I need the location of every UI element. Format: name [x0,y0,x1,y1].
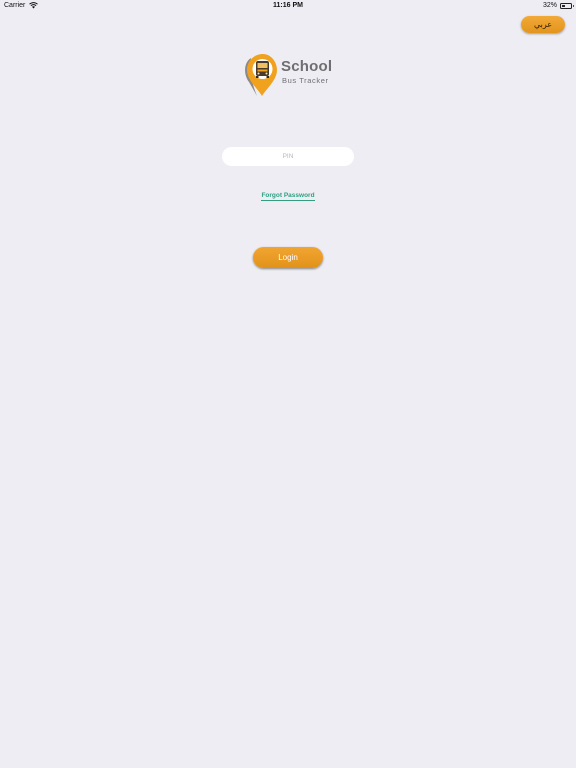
logo-subtitle: Bus Tracker [282,76,329,85]
battery-percent: 32% [542,2,557,9]
login-button[interactable]: Login [253,247,323,268]
battery-icon [560,2,574,9]
forgot-password-container: Forgot Password [0,184,576,202]
login-screen: Carrier 11:16 PM 32% عربي School Bus Tra… [0,0,576,768]
pin-input[interactable] [222,147,354,166]
app-logo: School Bus Tracker [243,52,343,98]
forgot-password-link[interactable]: Forgot Password [261,192,315,201]
bus-pin-logo-icon [245,54,277,96]
status-right: 32% [542,2,574,9]
status-time: 11:16 PM [273,2,303,9]
status-bar: Carrier 11:16 PM 32% [0,0,576,12]
language-toggle-button[interactable]: عربي [521,16,565,33]
battery-fill [562,4,565,7]
logo-title: School [281,58,333,75]
